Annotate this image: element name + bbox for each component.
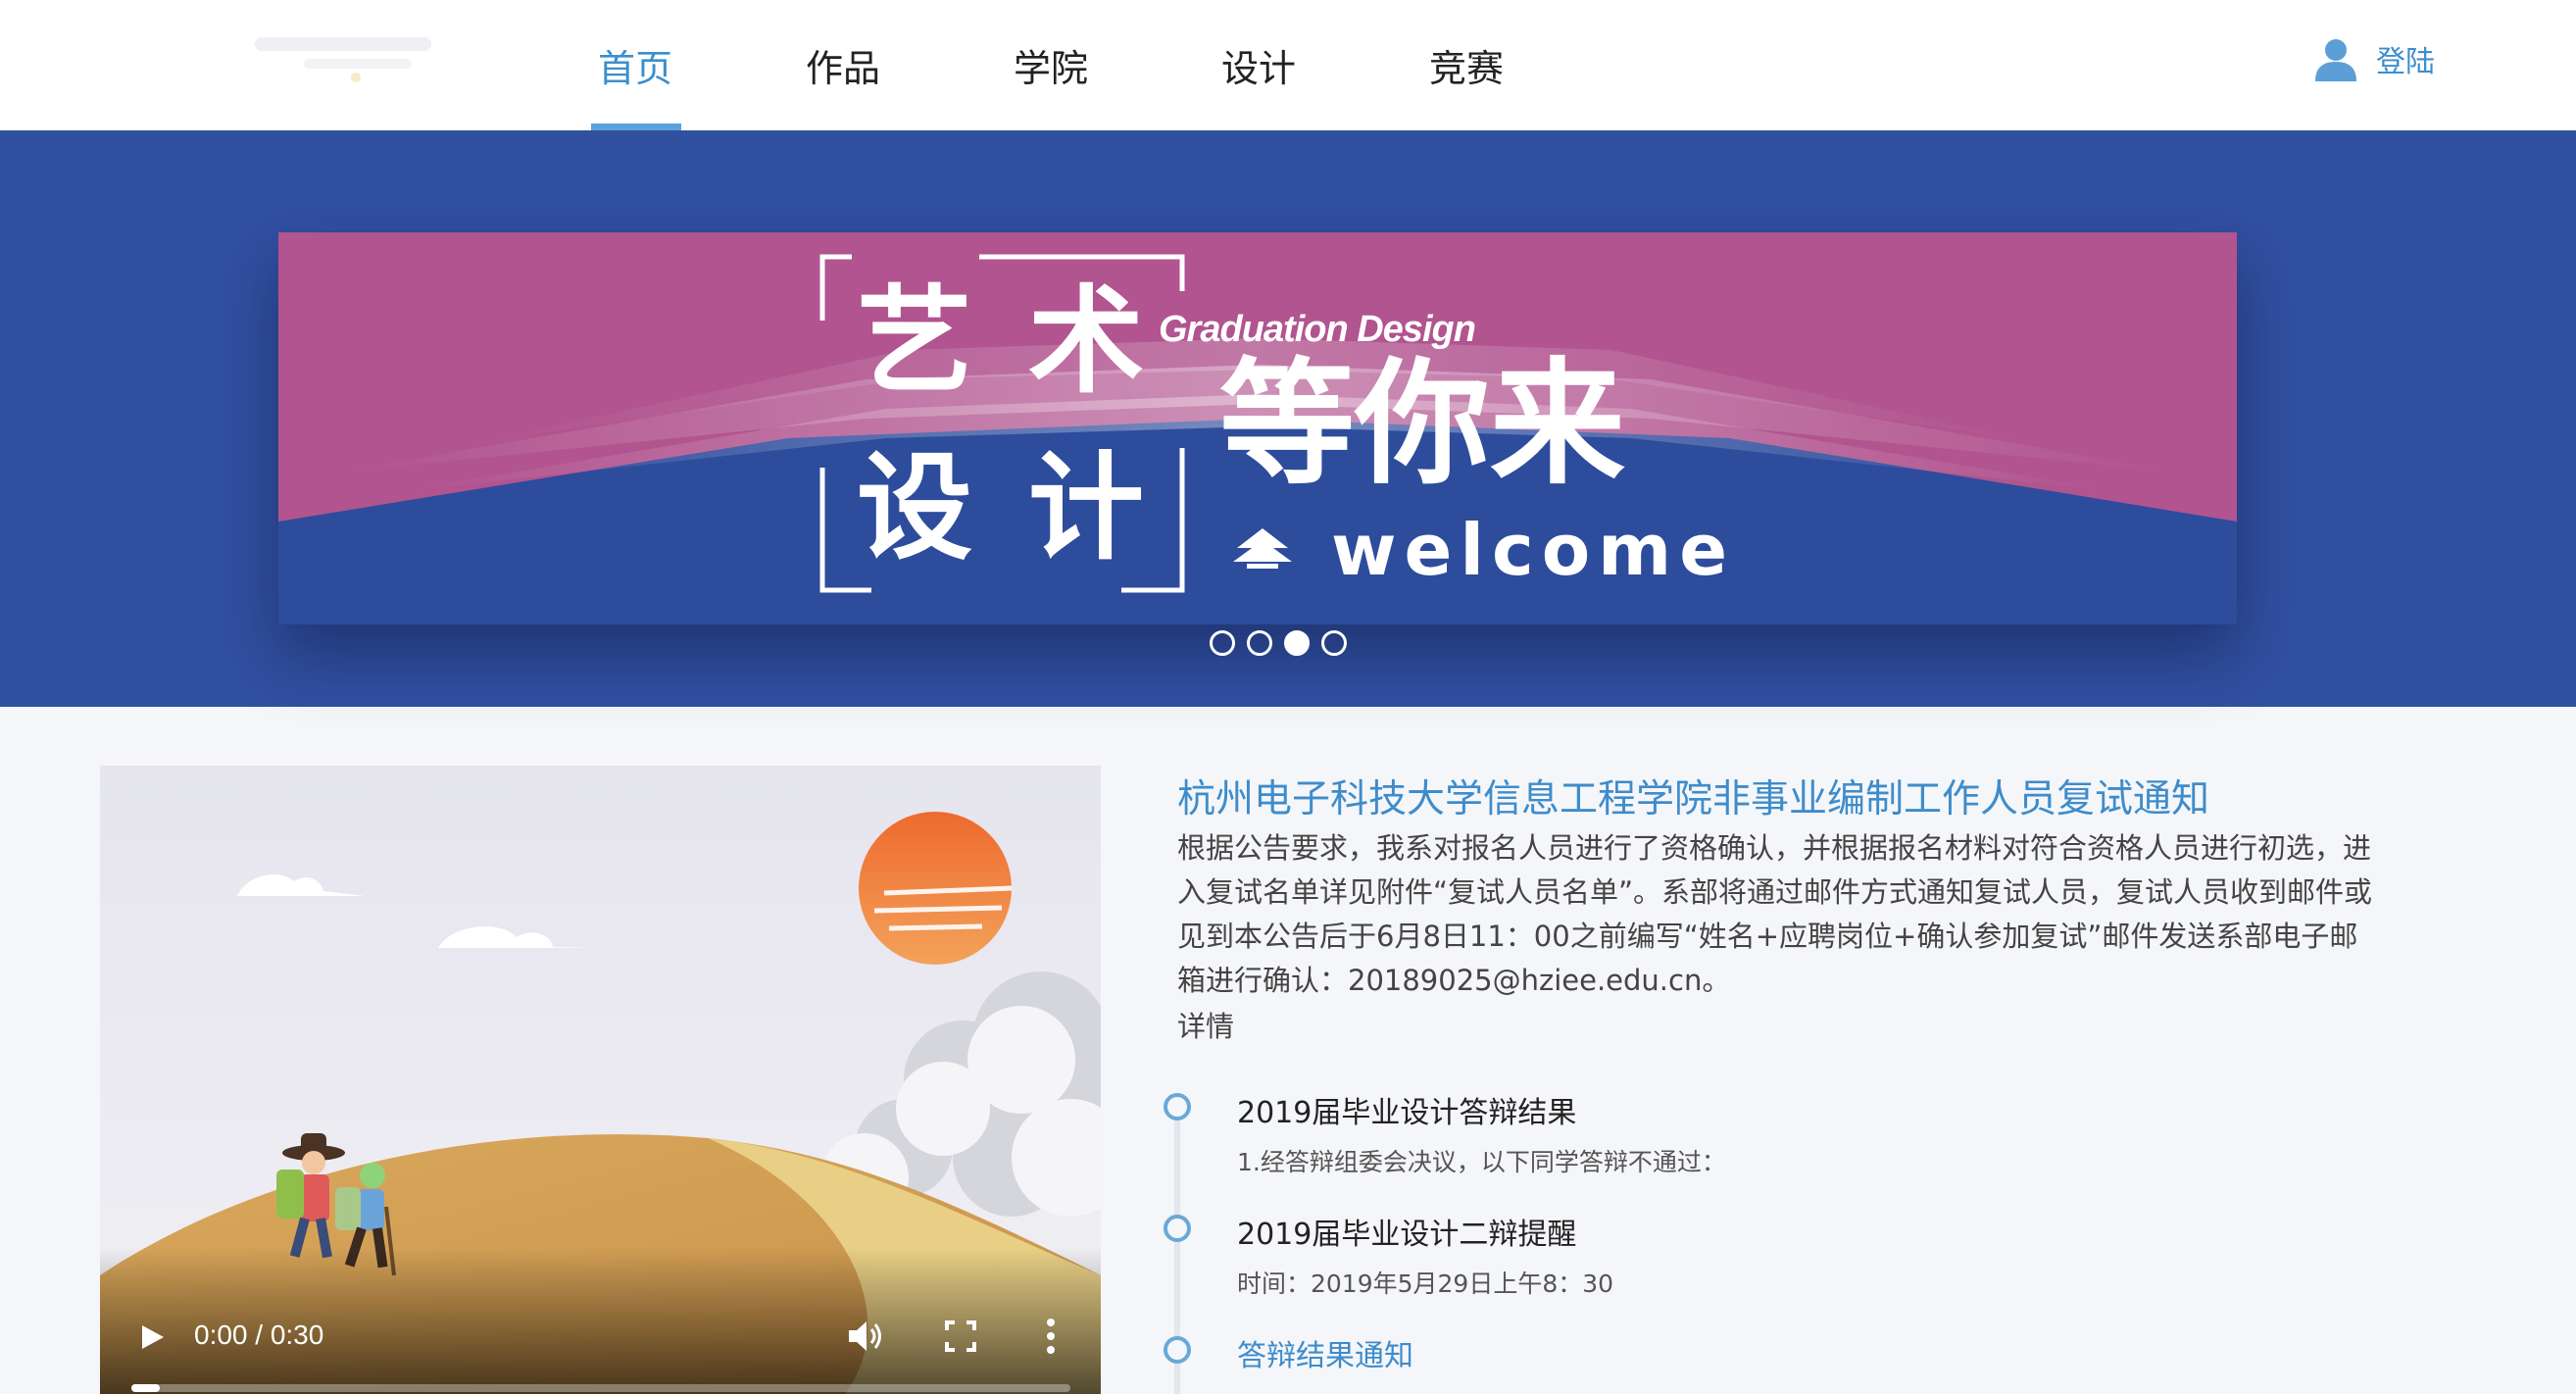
carousel-dot-1[interactable]: [1210, 630, 1235, 656]
timeline-item-desc: 1.经答辩组委会决议，以下同学答辩不通过：: [1237, 1148, 1726, 1176]
timeline-item-title[interactable]: 2019届毕业设计二辩提醒: [1237, 1210, 1576, 1253]
timeline-item-title[interactable]: 2019届毕业设计答辩结果: [1237, 1088, 1576, 1131]
nav-item-college[interactable]: 学院: [992, 0, 1110, 130]
timeline-item-desc: 时间：2019年5月29日上午8：30: [1237, 1270, 1614, 1298]
login-label: 登陆: [2376, 45, 2435, 79]
timeline-node: [1164, 1093, 1191, 1120]
banner-char-4: 计: [1028, 440, 1145, 575]
banner-char-1: 艺: [857, 274, 973, 409]
timeline-node: [1164, 1336, 1191, 1364]
nav-item-competition[interactable]: 竞赛: [1408, 0, 1525, 130]
news-body: 根据公告要求，我系对报名人员进行了资格确认，并根据报名材料对符合资格人员进行初选…: [1177, 831, 2373, 997]
nav-item-design[interactable]: 设计: [1200, 0, 1317, 130]
tree-icon: [1233, 528, 1292, 569]
login-button[interactable]: 登陆: [2311, 31, 2435, 86]
play-icon[interactable]: [137, 1322, 167, 1352]
news-detail-link[interactable]: 详情: [1177, 1004, 1234, 1045]
video-time: 0:00 / 0:30: [194, 1319, 324, 1350]
carousel-dot-4[interactable]: [1321, 630, 1347, 656]
news-title-link[interactable]: 杭州电子科技大学信息工程学院非事业编制工作人员复试通知: [1177, 769, 2209, 823]
video-progress-bar[interactable]: [131, 1384, 1070, 1392]
carousel-dot-3[interactable]: [1284, 630, 1310, 656]
nav-active-indicator: [591, 124, 681, 130]
user-icon: [2315, 39, 2356, 81]
banner-char-2: 术: [1028, 274, 1145, 409]
banner-welcome: welcome: [1331, 509, 1736, 591]
video-progress-fill: [131, 1384, 160, 1392]
timeline-item-title[interactable]: 答辩结果通知: [1237, 1331, 1413, 1374]
video-player[interactable]: 0:00 / 0:30: [100, 766, 1101, 1394]
hero-banner: 艺 术 设 计 Graduation Design 等你来 welcome: [0, 130, 2576, 707]
nav-item-works[interactable]: 作品: [784, 0, 902, 130]
more-options-icon[interactable]: [1045, 1317, 1057, 1356]
site-logo[interactable]: [245, 29, 441, 88]
fullscreen-icon[interactable]: [945, 1320, 976, 1352]
timeline-node: [1164, 1215, 1191, 1242]
nav-item-home[interactable]: 首页: [576, 0, 694, 130]
carousel-dot-2[interactable]: [1247, 630, 1272, 656]
carousel-dots: [1210, 630, 1347, 656]
volume-icon[interactable]: [847, 1319, 886, 1354]
site-header: 首页 作品 学院 设计 竞赛 登陆: [0, 0, 2576, 130]
banner-slide[interactable]: 艺 术 设 计 Graduation Design 等你来 welcome: [278, 232, 2237, 624]
banner-slogan: 等你来: [1219, 345, 1626, 503]
banner-char-3: 设: [857, 440, 973, 575]
